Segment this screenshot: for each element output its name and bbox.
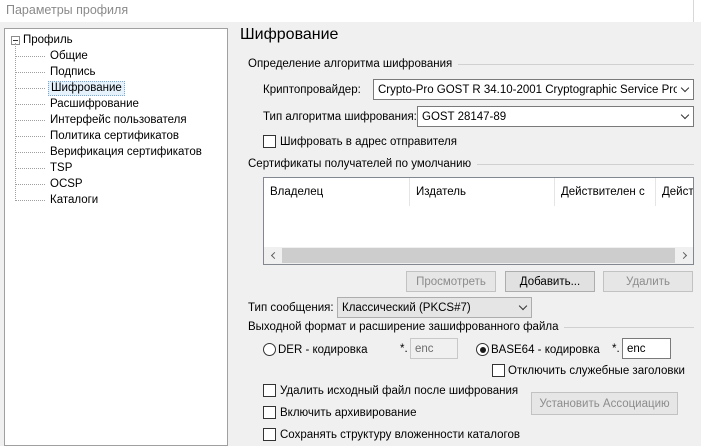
enable-archiving-checkbox[interactable] [263,406,276,419]
output-group-title: Выходной формат и расширение зашифрованн… [248,321,694,333]
algo-type-combobox[interactable]: GOST 28147-89 [417,106,694,127]
tree-item-ocsp[interactable]: OCSP [15,176,85,192]
enable-archiving-label: Включить архивирование [280,406,417,419]
encrypt-to-sender-option[interactable]: Шифровать в адрес отправителя [263,135,457,148]
delete-source-checkbox[interactable] [263,384,276,397]
der-radio[interactable] [263,343,276,356]
title-bar: Параметры профиля [0,0,701,22]
recipients-group-label: Сертификаты получателей по умолчанию [248,158,472,170]
add-button[interactable]: Добавить... [505,271,595,292]
chevron-down-icon[interactable] [515,298,531,317]
tree-item-label: Подпись [50,65,96,78]
provider-combobox[interactable]: Crypto-Pro GOST R 34.10-2001 Cryptograph… [373,79,694,100]
tree-item-cert-verification[interactable]: Верификация сертификатов [15,144,204,160]
tree-root-profile[interactable]: Профиль [11,32,73,48]
tree-item-label: Политика сертификатов [50,129,180,142]
horizontal-scrollbar[interactable] [264,247,693,264]
tree-item-label: Общие [50,49,88,62]
message-type-value: Классический (PKCS#7) [342,301,471,314]
base64-radio[interactable] [476,343,489,356]
algo-group-label: Определение алгоритма шифрования [248,58,453,70]
set-association-button[interactable]: Установить Ассоциацию [531,392,678,415]
group-divider [458,63,694,65]
der-extension-input[interactable]: enc [410,338,458,359]
recipients-cert-list[interactable]: Владелец Издатель Действителен с Действи… [263,177,694,265]
tree-item-decryption[interactable]: Расшифрование [15,96,141,112]
scroll-left-icon[interactable] [264,247,281,264]
group-divider [564,326,694,328]
chevron-down-icon[interactable] [677,107,693,126]
disable-headers-label: Отключить служебные заголовки [508,364,685,377]
tree-item-label: Расшифрование [50,97,139,110]
tree-item-encryption[interactable]: Шифрование [15,80,125,96]
scroll-thumb[interactable] [282,248,675,263]
title-bar-edge [693,0,701,22]
recipients-group-title: Сертификаты получателей по умолчанию [248,158,694,170]
der-extension-value: enc [415,342,434,355]
base64-label: BASE64 - кодировка [491,343,600,356]
message-type-combobox[interactable]: Классический (PKCS#7) [337,297,532,318]
column-header-valid-from[interactable]: Действителен с [555,178,656,206]
tree-root-label: Профиль [23,34,73,46]
window-title: Параметры профиля [6,3,129,17]
profile-tree[interactable]: Профиль Общие Подпись Шифрование Расшифр… [4,28,228,446]
der-label: DER - кодировка [278,343,368,356]
delete-source-label: Удалить исходный файл после шифрования [280,384,519,397]
base64-ext-prefix: *. [612,343,620,355]
view-button[interactable]: Просмотреть [406,271,496,292]
column-header-owner[interactable]: Владелец [264,178,410,206]
group-divider [477,163,694,165]
der-option[interactable]: DER - кодировка [263,343,368,356]
tree-item-label: OCSP [50,177,83,190]
algo-type-label: Тип алгоритма шифрования: [263,111,417,123]
scroll-right-icon[interactable] [676,247,693,264]
keep-structure-label: Сохранять структуру вложенности каталого… [280,428,520,441]
tree-item-catalogs[interactable]: Каталоги [15,192,100,208]
page-title: Шифрование [240,26,339,43]
tree-item-signature[interactable]: Подпись [15,64,98,80]
base64-extension-value: enc [627,342,646,355]
tree-item-user-interface[interactable]: Интерфейс пользователя [15,112,189,128]
tree-item-label: TSP [50,161,73,174]
der-ext-prefix: *. [400,343,408,355]
output-group-label: Выходной формат и расширение зашифрованн… [248,321,559,333]
base64-option[interactable]: BASE64 - кодировка [476,343,600,356]
column-header-valid-to[interactable]: Действителен по [656,178,693,206]
tree-item-label: Верификация сертификатов [50,145,202,158]
tree-item-cert-policy[interactable]: Политика сертификатов [15,128,181,144]
tree-item-label: Каталоги [50,193,99,206]
tree-item-label: Шифрование [48,80,125,96]
tree-item-label: Интерфейс пользователя [50,113,187,126]
base64-extension-input[interactable]: enc [622,338,671,359]
delete-button[interactable]: Удалить [603,271,693,292]
tree-item-general[interactable]: Общие [15,48,90,64]
delete-source-option[interactable]: Удалить исходный файл после шифрования [263,384,518,397]
tree-item-tsp[interactable]: TSP [15,160,74,176]
chevron-down-icon[interactable] [677,80,693,99]
column-header-issuer[interactable]: Издатель [410,178,555,206]
provider-label: Криптопровайдер: [263,84,361,96]
encrypt-to-sender-label: Шифровать в адрес отправителя [280,135,457,148]
algo-group-title: Определение алгоритма шифрования [248,58,694,70]
keep-structure-option[interactable]: Сохранять структуру вложенности каталого… [263,428,520,441]
keep-structure-checkbox[interactable] [263,428,276,441]
disable-headers-checkbox[interactable] [492,364,505,377]
disable-headers-option[interactable]: Отключить служебные заголовки [492,364,685,377]
encrypt-to-sender-checkbox[interactable] [263,135,276,148]
provider-value: Crypto-Pro GOST R 34.10-2001 Cryptograph… [378,83,677,96]
message-type-label: Тип сообщения: [248,302,334,314]
enable-archiving-option[interactable]: Включить архивирование [263,406,417,419]
algo-type-value: GOST 28147-89 [422,110,507,123]
